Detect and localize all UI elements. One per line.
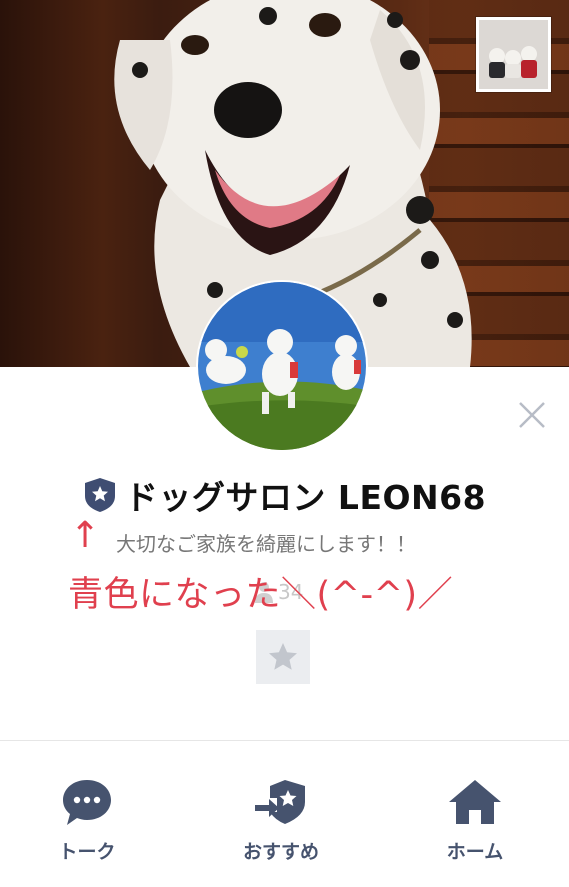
chat-bubble-icon [63,780,111,825]
home-icon [449,780,501,824]
annotation-arrow: ↑ [70,515,101,556]
nav-home-label: ホーム [446,841,504,863]
avatar-dogs-image [198,282,366,450]
status-message: 大切なご家族を綺麗にします！！ [116,532,416,556]
close-button[interactable] [515,398,549,432]
nav-recommend[interactable]: おすすめ [206,741,356,887]
nav-talk[interactable]: トーク [12,741,162,887]
bottom-nav: トーク おすすめ ホーム [0,741,569,887]
close-icon [519,402,545,428]
profile-name-row: ドッグサロン LEON68 [0,470,569,520]
share-badge-icon [255,780,305,824]
shield-star-icon [84,478,115,512]
favorite-button[interactable] [256,630,310,684]
profile-avatar[interactable] [196,280,368,452]
cover-thumbnail[interactable] [476,17,551,92]
star-icon [269,643,297,670]
annotation-text: 青色になった＼(^-^)／ [68,575,454,615]
thumbnail-dogs-image [479,20,548,89]
profile-name: ドッグサロン LEON68 [124,478,487,517]
nav-home[interactable]: ホーム [400,741,550,887]
nav-talk-label: トーク [58,841,116,863]
nav-recommend-label: おすすめ [242,841,319,863]
